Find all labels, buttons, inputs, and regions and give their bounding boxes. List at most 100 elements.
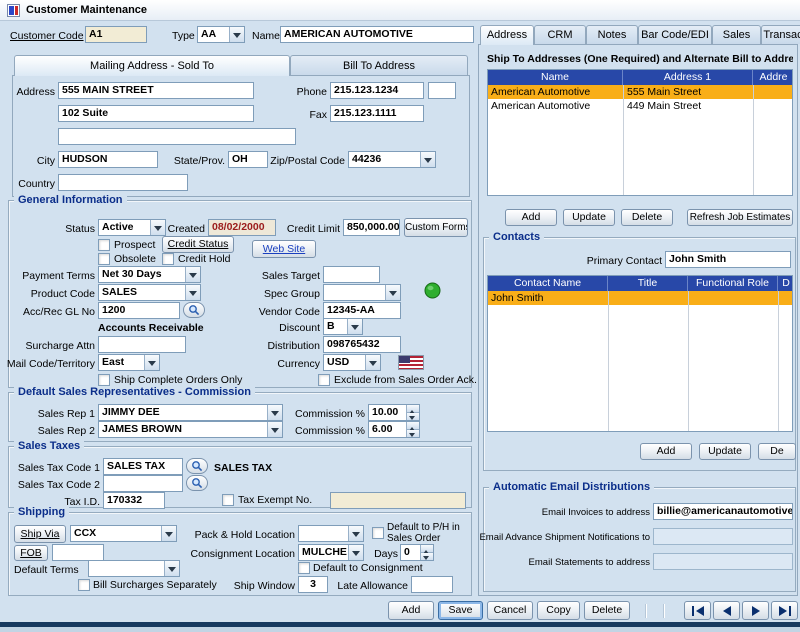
tab-mailing-address[interactable]: Mailing Address - Sold To xyxy=(14,55,290,76)
contacts-add-button[interactable]: Add xyxy=(640,443,692,460)
ship-complete-checkbox[interactable] xyxy=(98,374,110,386)
chevron-down-icon[interactable] xyxy=(164,561,179,576)
chevron-down-icon[interactable] xyxy=(347,319,362,334)
save-button[interactable]: Save xyxy=(438,601,483,620)
default-ph-checkbox[interactable] xyxy=(372,527,384,539)
tab-crm[interactable]: CRM xyxy=(534,25,586,44)
copy-button[interactable]: Copy xyxy=(537,601,580,620)
tax-id-input[interactable]: 170332 xyxy=(103,492,165,509)
chevron-down-icon[interactable] xyxy=(420,152,435,167)
mail-code-select[interactable]: East xyxy=(98,354,160,371)
add-button[interactable]: Add xyxy=(388,601,434,620)
ship-to-update-button[interactable]: Update xyxy=(563,209,615,226)
chevron-down-icon[interactable] xyxy=(348,526,363,541)
ship-window-input[interactable]: 3 xyxy=(298,576,328,593)
chevron-down-icon[interactable] xyxy=(267,405,282,420)
spec-group-select[interactable] xyxy=(323,284,401,301)
sales-target-input[interactable] xyxy=(323,266,380,283)
tab-sales[interactable]: Sales xyxy=(712,25,761,44)
address-line1-input[interactable]: 555 MAIN STREET xyxy=(58,82,254,99)
country-input[interactable] xyxy=(58,174,188,191)
discount-select[interactable]: B xyxy=(323,318,363,335)
primary-contact-input[interactable]: John Smith xyxy=(665,251,791,268)
arrow-down-icon[interactable] xyxy=(407,413,419,420)
tab-notes[interactable]: Notes xyxy=(586,25,638,44)
customer-code-field[interactable]: A1 xyxy=(85,26,147,43)
magnifier-icon[interactable] xyxy=(186,458,208,474)
fob-input[interactable] xyxy=(52,544,104,561)
chevron-down-icon[interactable] xyxy=(267,422,282,437)
fax-input[interactable]: 215.123.1111 xyxy=(330,105,424,122)
chevron-down-icon[interactable] xyxy=(348,545,363,560)
chevron-down-icon[interactable] xyxy=(161,526,176,541)
obsolete-checkbox[interactable] xyxy=(98,253,110,265)
delete-button[interactable]: Delete xyxy=(584,601,630,620)
chevron-down-icon[interactable] xyxy=(185,285,200,300)
tab-address[interactable]: Address xyxy=(480,25,534,45)
arrow-down-icon[interactable] xyxy=(421,553,433,560)
customer-name-field[interactable]: AMERICAN AUTOMOTIVE xyxy=(280,26,474,43)
green-globe-icon[interactable] xyxy=(424,282,441,299)
stepper-arrows-icon[interactable] xyxy=(406,422,419,437)
sales-tax-code1-input[interactable]: SALES TAX xyxy=(103,458,183,475)
bill-surcharges-checkbox[interactable] xyxy=(78,579,90,591)
chevron-down-icon[interactable] xyxy=(150,220,165,235)
address-line3-input[interactable] xyxy=(58,128,296,145)
sales-tax-code2-input[interactable] xyxy=(103,475,183,492)
default-terms-select[interactable] xyxy=(88,560,180,577)
chevron-down-icon[interactable] xyxy=(229,27,244,42)
sales-rep1-select[interactable]: JIMMY DEE xyxy=(98,404,283,421)
ship-to-delete-button[interactable]: Delete xyxy=(621,209,673,226)
email-invoices-input[interactable]: billie@americanautomotive.c xyxy=(653,503,793,520)
contacts-update-button[interactable]: Update xyxy=(699,443,751,460)
sales-rep2-select[interactable]: JAMES BROWN xyxy=(98,421,283,438)
ship-via-select[interactable]: CCX xyxy=(70,525,177,542)
phone-input[interactable]: 215.123.1234 xyxy=(330,82,424,99)
chevron-down-icon[interactable] xyxy=(365,355,380,370)
arrow-down-icon[interactable] xyxy=(407,430,419,437)
default-consignment-checkbox[interactable] xyxy=(298,562,310,574)
chevron-down-icon[interactable] xyxy=(185,267,200,282)
currency-select[interactable]: USD xyxy=(323,354,381,371)
ship-via-button[interactable]: Ship Via xyxy=(14,525,66,543)
days-stepper[interactable]: 0 xyxy=(400,544,434,561)
chevron-down-icon[interactable] xyxy=(385,285,400,300)
late-allowance-input[interactable] xyxy=(411,576,453,593)
credit-limit-input[interactable]: 850,000.00 xyxy=(343,219,400,236)
vendor-code-input[interactable]: 12345-AA xyxy=(323,302,401,319)
surcharge-attn-input[interactable] xyxy=(98,336,186,353)
contacts-table[interactable]: Contact Name Title Functional Role D Joh… xyxy=(487,275,793,432)
credit-hold-checkbox[interactable] xyxy=(162,253,174,265)
nav-next-icon[interactable] xyxy=(742,601,769,620)
arrow-up-icon[interactable] xyxy=(407,405,419,413)
ship-to-row[interactable]: American Automotive 449 Main Street xyxy=(488,99,792,113)
payment-terms-select[interactable]: Net 30 Days xyxy=(98,266,201,283)
stepper-arrows-icon[interactable] xyxy=(406,405,419,420)
state-input[interactable]: OH xyxy=(228,151,268,168)
tab-transactions[interactable]: Transac xyxy=(761,25,800,44)
magnifier-icon[interactable] xyxy=(183,302,205,318)
web-site-button[interactable]: Web Site xyxy=(252,240,316,258)
magnifier-icon[interactable] xyxy=(186,475,208,491)
nav-previous-icon[interactable] xyxy=(713,601,740,620)
contacts-delete-button[interactable]: De xyxy=(758,443,796,460)
refresh-job-estimates-button[interactable]: Refresh Job Estimates xyxy=(687,209,793,226)
commission1-stepper[interactable]: 10.00 xyxy=(368,404,420,421)
city-input[interactable]: HUDSON xyxy=(58,151,158,168)
tax-exempt-checkbox[interactable] xyxy=(222,494,234,506)
fob-button[interactable]: FOB xyxy=(14,545,48,561)
product-code-select[interactable]: SALES xyxy=(98,284,201,301)
exclude-ack-checkbox[interactable] xyxy=(318,374,330,386)
chevron-down-icon[interactable] xyxy=(144,355,159,370)
distribution-input[interactable]: 098765432 xyxy=(323,336,401,353)
type-select[interactable]: AA xyxy=(197,26,245,43)
contact-row-selected[interactable]: John Smith xyxy=(488,291,792,305)
ship-to-add-button[interactable]: Add xyxy=(505,209,557,226)
zip-select[interactable]: 44236 xyxy=(348,151,436,168)
phone-ext-input[interactable] xyxy=(428,82,456,99)
stepper-arrows-icon[interactable] xyxy=(420,545,433,560)
credit-status-button[interactable]: Credit Status xyxy=(162,236,234,253)
commission2-stepper[interactable]: 6.00 xyxy=(368,421,420,438)
arrow-up-icon[interactable] xyxy=(421,545,433,553)
prospect-checkbox[interactable] xyxy=(98,239,110,251)
